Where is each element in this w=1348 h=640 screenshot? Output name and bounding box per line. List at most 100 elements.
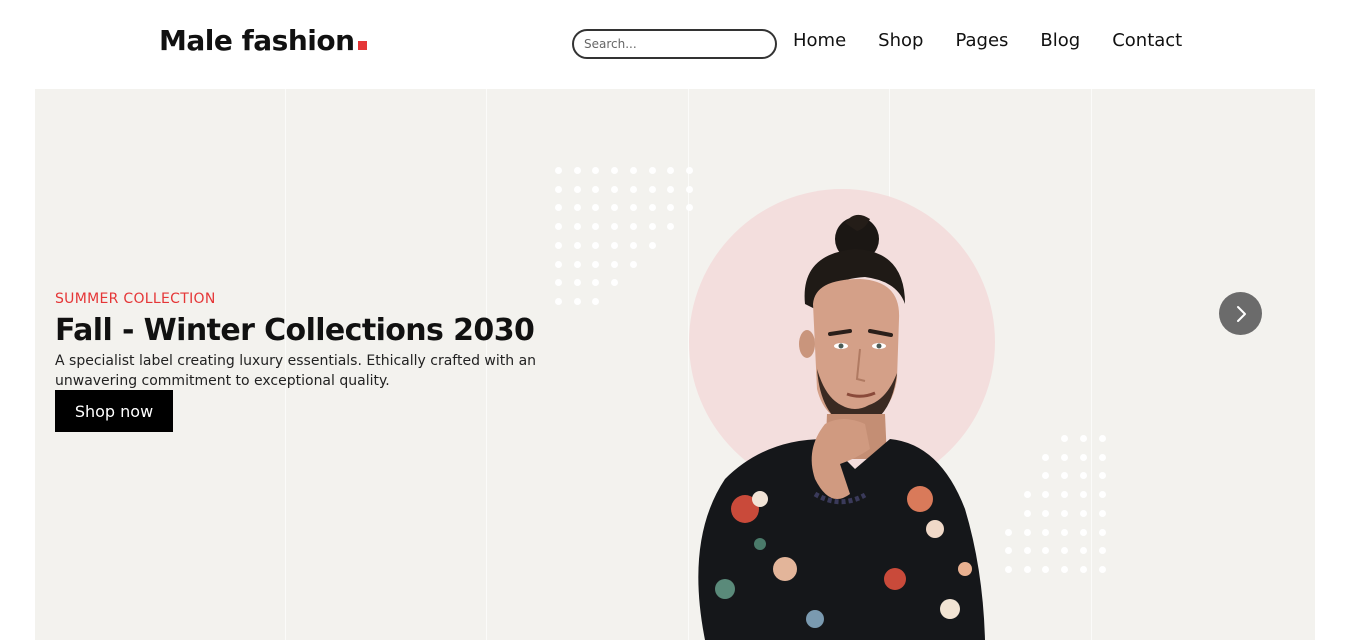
dot	[573, 279, 581, 287]
dot	[1079, 509, 1087, 517]
hero-slider: SUMMER COLLECTION Fall - Winter Collecti…	[35, 89, 1315, 640]
dot	[573, 185, 581, 193]
dot	[573, 167, 581, 174]
dot	[555, 297, 562, 305]
dot	[573, 297, 581, 305]
dot	[555, 204, 562, 212]
dot	[629, 204, 637, 212]
dot	[611, 204, 619, 212]
dot	[1061, 472, 1069, 480]
dot	[648, 223, 656, 231]
dot	[611, 185, 619, 193]
dot	[555, 279, 562, 287]
dot	[1042, 547, 1050, 555]
dot	[1098, 565, 1106, 573]
dot	[1061, 509, 1069, 517]
hero-title: Fall - Winter Collections 2030	[55, 313, 535, 348]
nav-shop[interactable]: Shop	[878, 30, 923, 51]
dot	[592, 297, 600, 305]
hero-subtitle: SUMMER COLLECTION	[55, 291, 216, 307]
dot	[1042, 491, 1050, 499]
dot	[1061, 528, 1069, 536]
dot	[592, 260, 600, 268]
logo-text: Male fashion	[159, 24, 355, 57]
dot	[1079, 565, 1087, 573]
dot	[1079, 472, 1087, 480]
search-input[interactable]	[572, 29, 777, 59]
dot	[1098, 472, 1106, 480]
dot	[611, 279, 619, 287]
dot	[1023, 565, 1031, 573]
nav-blog[interactable]: Blog	[1040, 30, 1080, 51]
nav-pages[interactable]: Pages	[955, 30, 1008, 51]
dot	[1061, 547, 1069, 555]
dot	[1098, 509, 1106, 517]
dot	[1061, 491, 1069, 499]
dot	[573, 204, 581, 212]
dot	[1061, 453, 1069, 461]
dot	[1042, 472, 1050, 480]
dot	[648, 204, 656, 212]
dot	[685, 167, 693, 174]
dot	[1079, 491, 1087, 499]
dot	[1061, 565, 1069, 573]
logo[interactable]: Male fashion	[159, 24, 367, 57]
dot	[1023, 509, 1031, 517]
dot	[592, 279, 600, 287]
logo-dot	[357, 41, 367, 50]
dot	[611, 241, 619, 249]
dot	[1023, 528, 1031, 536]
hero-description: A specialist label creating luxury essen…	[55, 353, 537, 389]
dot	[573, 223, 581, 231]
dot	[592, 223, 600, 231]
dot	[1098, 453, 1106, 461]
dot	[1098, 547, 1106, 555]
dot	[611, 167, 619, 174]
dot	[573, 241, 581, 249]
dot	[648, 241, 656, 249]
dot	[667, 167, 675, 174]
site-header: Male fashion Home Shop Pages Blog Contac…	[0, 0, 1348, 89]
chevron-right-icon	[1236, 305, 1246, 322]
dot	[629, 260, 637, 268]
slider-next-button[interactable]	[1219, 292, 1262, 335]
nav-contact[interactable]: Contact	[1112, 30, 1182, 51]
dot	[1042, 565, 1050, 573]
dot	[592, 185, 600, 193]
shop-now-button[interactable]: Shop now	[55, 390, 173, 432]
dot	[629, 223, 637, 231]
dot	[555, 167, 562, 174]
dot	[685, 185, 693, 193]
dot	[648, 185, 656, 193]
dot	[648, 167, 656, 174]
dot	[1042, 453, 1050, 461]
main-nav: Home Shop Pages Blog Contact	[793, 30, 1182, 51]
dot	[1061, 435, 1069, 442]
nav-home[interactable]: Home	[793, 30, 846, 51]
dot	[611, 260, 619, 268]
dot	[629, 241, 637, 249]
dot	[592, 241, 600, 249]
dot	[592, 204, 600, 212]
dot	[1005, 547, 1012, 555]
dot	[1005, 565, 1012, 573]
dot	[555, 223, 562, 231]
dot	[667, 185, 675, 193]
dot	[629, 185, 637, 193]
grid-line	[1091, 89, 1092, 640]
hero-model-image	[698, 214, 985, 640]
dot	[1042, 509, 1050, 517]
dot	[1098, 528, 1106, 536]
dot	[1098, 491, 1106, 499]
dot	[555, 260, 562, 268]
dot	[1079, 453, 1087, 461]
dot	[1098, 435, 1106, 442]
dot	[555, 185, 562, 193]
dot	[611, 223, 619, 231]
dot	[1023, 491, 1031, 499]
dot	[555, 241, 562, 249]
dot	[1042, 528, 1050, 536]
dot	[1079, 435, 1087, 442]
dot	[1079, 547, 1087, 555]
dot	[592, 167, 600, 174]
